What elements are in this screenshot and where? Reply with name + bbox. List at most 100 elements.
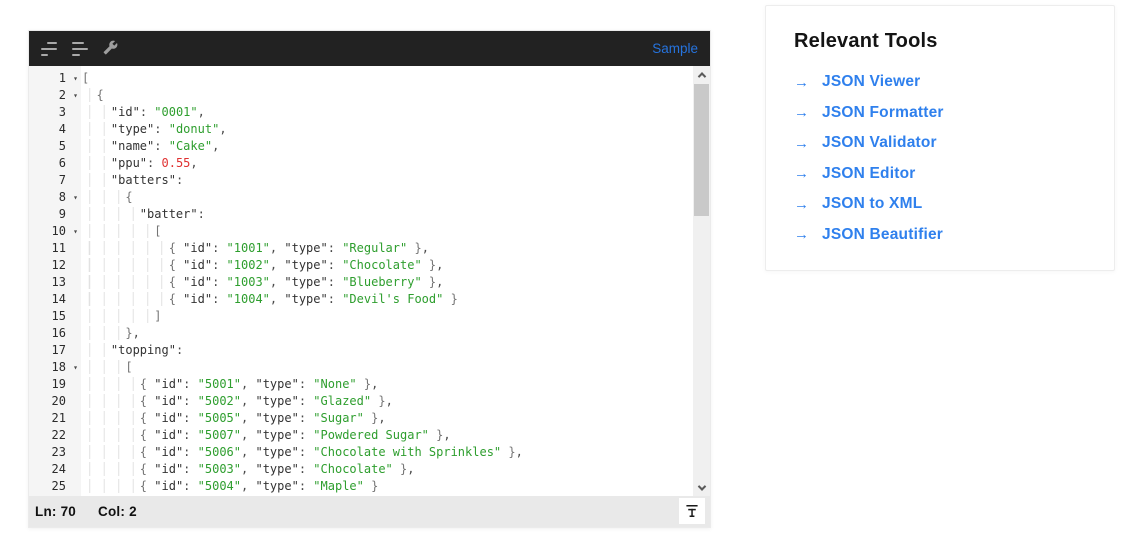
line-number: 13 [29, 274, 69, 291]
chevron-up-icon [697, 72, 705, 80]
fold-arrow-icon [69, 393, 82, 410]
relevant-tool-link[interactable]: →JSON Editor [794, 159, 1086, 190]
fold-arrow-icon [69, 410, 82, 427]
page: Sample 1▾[2▾ {3 "id": "0001",4 "type": "… [0, 0, 1126, 538]
code-line[interactable]: 17 "topping": [29, 342, 693, 359]
scroll-down-button[interactable] [693, 479, 710, 496]
code-line[interactable]: 4 "type": "donut", [29, 121, 693, 138]
relevant-tool-link[interactable]: →JSON Beautifier [794, 220, 1086, 251]
format-beautify-icon[interactable] [41, 42, 59, 56]
relevant-tools-list: →JSON Viewer→JSON Formatter→JSON Validat… [794, 67, 1086, 250]
line-number: 1 [29, 70, 69, 87]
scrollbar-thumb[interactable] [694, 84, 709, 216]
scroll-up-button[interactable] [693, 66, 710, 83]
line-indicator: Ln:70 [35, 504, 76, 519]
code-text: [ [82, 359, 133, 376]
code-line[interactable]: 1▾[ [29, 70, 693, 87]
code-text: "type": "donut", [82, 121, 227, 138]
line-number: 22 [29, 427, 69, 444]
fold-arrow-icon [69, 257, 82, 274]
fold-arrow-icon[interactable]: ▾ [69, 70, 82, 87]
code-line[interactable]: 15 ] [29, 308, 693, 325]
code-line[interactable]: 6 "ppu": 0.55, [29, 155, 693, 172]
line-number: 21 [29, 410, 69, 427]
arrow-right-icon: → [794, 74, 822, 91]
line-number: 6 [29, 155, 69, 172]
code-line[interactable]: 8▾ { [29, 189, 693, 206]
code-text: { "id": "1004", "type": "Devil's Food" } [82, 291, 458, 308]
line-label: Ln: [35, 504, 57, 519]
line-number: 15 [29, 308, 69, 325]
fold-arrow-icon[interactable]: ▾ [69, 223, 82, 240]
code-area[interactable]: 1▾[2▾ {3 "id": "0001",4 "type": "donut",… [29, 66, 710, 496]
line-number: 11 [29, 240, 69, 257]
sample-link[interactable]: Sample [652, 41, 698, 56]
column-indicator: Col:2 [98, 504, 137, 519]
line-number: 7 [29, 172, 69, 189]
fold-arrow-icon [69, 461, 82, 478]
code-text: [ [82, 70, 89, 87]
code-line[interactable]: 9 "batter": [29, 206, 693, 223]
chevron-down-icon [697, 482, 705, 490]
code-text: { [82, 87, 104, 104]
fold-arrow-icon [69, 240, 82, 257]
compact-minify-icon[interactable] [72, 42, 90, 56]
fold-arrow-icon [69, 427, 82, 444]
code-line[interactable]: 19 { "id": "5001", "type": "None" }, [29, 376, 693, 393]
editor-height-toggle-button[interactable] [679, 498, 705, 524]
code-line[interactable]: 25 { "id": "5004", "type": "Maple" } [29, 478, 693, 495]
code-line[interactable]: 23 { "id": "5006", "type": "Chocolate wi… [29, 444, 693, 461]
code-line[interactable]: 10▾ [ [29, 223, 693, 240]
arrow-right-icon: → [794, 104, 822, 121]
code-text: "ppu": 0.55, [82, 155, 198, 172]
code-line[interactable]: 22 { "id": "5007", "type": "Powdered Sug… [29, 427, 693, 444]
fold-arrow-icon [69, 325, 82, 342]
fold-arrow-icon [69, 138, 82, 155]
fold-arrow-icon [69, 206, 82, 223]
code-line[interactable]: 7 "batters": [29, 172, 693, 189]
code-line[interactable]: 3 "id": "0001", [29, 104, 693, 121]
fold-arrow-icon[interactable]: ▾ [69, 87, 82, 104]
tool-link-label: JSON Beautifier [822, 226, 943, 244]
code-line[interactable]: 2▾ { [29, 87, 693, 104]
relevant-tool-link[interactable]: →JSON Viewer [794, 67, 1086, 98]
fold-arrow-icon [69, 274, 82, 291]
fold-arrow-icon [69, 121, 82, 138]
code-line[interactable]: 12 { "id": "1002", "type": "Chocolate" }… [29, 257, 693, 274]
code-text: { "id": "1002", "type": "Chocolate" }, [82, 257, 443, 274]
code-text: { "id": "5003", "type": "Chocolate" }, [82, 461, 414, 478]
code-text: "batter": [82, 206, 205, 223]
code-line[interactable]: 20 { "id": "5002", "type": "Glazed" }, [29, 393, 693, 410]
line-number: 17 [29, 342, 69, 359]
line-number: 20 [29, 393, 69, 410]
fold-arrow-icon[interactable]: ▾ [69, 189, 82, 206]
col-label: Col: [98, 504, 125, 519]
code-line[interactable]: 14 { "id": "1004", "type": "Devil's Food… [29, 291, 693, 308]
line-number: 25 [29, 478, 69, 495]
icon-bar [41, 48, 57, 50]
editor-lines[interactable]: 1▾[2▾ {3 "id": "0001",4 "type": "donut",… [29, 66, 693, 496]
line-number: 19 [29, 376, 69, 393]
vertical-scrollbar[interactable] [693, 66, 710, 496]
relevant-tool-link[interactable]: →JSON to XML [794, 189, 1086, 220]
wrench-settings-icon[interactable] [103, 40, 121, 58]
code-line[interactable]: 13 { "id": "1003", "type": "Blueberry" }… [29, 274, 693, 291]
relevant-tool-link[interactable]: →JSON Formatter [794, 98, 1086, 129]
code-line[interactable]: 5 "name": "Cake", [29, 138, 693, 155]
code-text: { "id": "5007", "type": "Powdered Sugar"… [82, 427, 451, 444]
editor-toolbar: Sample [29, 31, 710, 66]
code-line[interactable]: 21 { "id": "5005", "type": "Sugar" }, [29, 410, 693, 427]
code-line[interactable]: 16 }, [29, 325, 693, 342]
fold-arrow-icon[interactable]: ▾ [69, 359, 82, 376]
arrow-right-icon: → [794, 135, 822, 152]
tool-link-label: JSON Validator [822, 134, 937, 152]
code-line[interactable]: 18▾ [ [29, 359, 693, 376]
code-line[interactable]: 24 { "id": "5003", "type": "Chocolate" }… [29, 461, 693, 478]
code-line[interactable]: 11 { "id": "1001", "type": "Regular" }, [29, 240, 693, 257]
code-text: }, [82, 325, 140, 342]
icon-bar [72, 54, 80, 56]
json-editor: Sample 1▾[2▾ {3 "id": "0001",4 "type": "… [28, 30, 711, 528]
relevant-tool-link[interactable]: →JSON Validator [794, 128, 1086, 159]
fold-arrow-icon [69, 155, 82, 172]
text-height-icon [684, 503, 700, 519]
